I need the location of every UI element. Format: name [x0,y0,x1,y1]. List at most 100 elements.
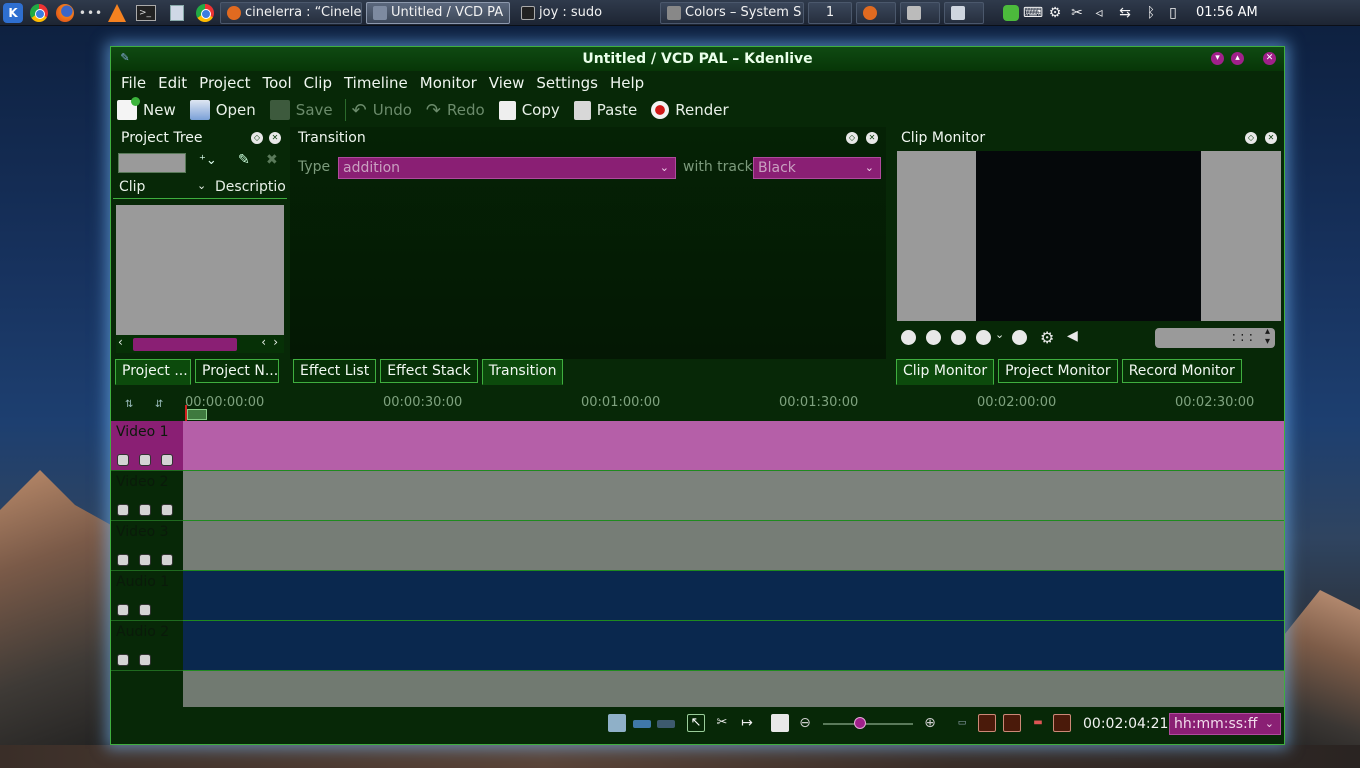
sort-chevron-icon[interactable]: ⌄ [197,179,206,192]
chrome-launcher[interactable] [26,2,52,24]
hide-track-icon[interactable] [161,554,173,566]
mute-track-icon[interactable] [139,504,151,516]
project-tree-search-input[interactable] [118,153,186,173]
close-dock-icon[interactable]: ✕ [1265,132,1277,144]
track-header-audio-2[interactable]: Audio 2 [111,621,183,671]
track-header-video-3[interactable]: Video 3 [111,521,183,571]
paste-button[interactable]: Paste [573,100,646,120]
tab-transition[interactable]: Transition [481,359,564,385]
split-audio-icon[interactable] [608,714,626,732]
tab-effect-stack[interactable]: Effect Stack [380,359,478,383]
system-settings-icon[interactable]: ⚙ [1044,2,1066,24]
update-tray-icon[interactable] [1000,2,1022,24]
task-cinelerra[interactable]: cinelerra : “Cineler [220,1,362,24]
volume-icon[interactable]: ◀ [1067,328,1078,344]
tab-project-notes[interactable]: Project N... [195,359,279,383]
transition-type-select[interactable]: addition ⌄ [338,157,676,179]
minimize-button[interactable]: ▾ [1211,52,1224,65]
autoscroll-icon[interactable]: ▬ [1029,714,1047,732]
set-zone-start-icon[interactable] [901,330,916,345]
tab-record-monitor[interactable]: Record Monitor [1121,359,1242,383]
zoom-out-icon[interactable]: ⊖ [796,714,814,732]
show-markers-icon[interactable] [657,720,675,728]
lock-track-icon[interactable] [117,654,129,666]
track-video-1[interactable] [183,421,1284,471]
phone-icon[interactable]: ▯ [1162,2,1184,24]
track-header-audio-1[interactable]: Audio 1 [111,571,183,621]
track-header-video-1[interactable]: Video 1 [111,421,183,471]
column-clip-header[interactable]: Clip [119,179,145,195]
show-markers-toggle-icon[interactable] [1003,714,1021,732]
chrome-launcher-2[interactable] [192,2,218,24]
copy-button[interactable]: Copy [498,100,568,120]
track-audio-1[interactable] [183,571,1284,621]
usb-icon[interactable]: ⇆ [1110,2,1140,24]
audio-thumbnails-icon[interactable] [978,714,996,732]
column-description-header[interactable]: Descriptio [215,179,285,195]
close-button[interactable]: ✕ [1263,52,1276,65]
menu-view[interactable]: View [483,74,531,92]
set-zone-end-icon[interactable] [926,330,941,345]
float-dock-icon[interactable]: ◇ [846,132,858,144]
hide-track-icon[interactable] [161,504,173,516]
task-kdenlive-2[interactable] [944,1,984,24]
menu-monitor[interactable]: Monitor [414,74,483,92]
vlc-launcher[interactable] [104,2,130,24]
tab-effect-list[interactable]: Effect List [293,359,377,383]
menu-help[interactable]: Help [604,74,650,92]
track-video-3[interactable] [183,521,1284,571]
bluetooth-icon[interactable]: ᛒ [1140,2,1162,24]
document-launcher[interactable] [162,2,192,24]
mute-track-icon[interactable] [139,454,151,466]
tab-clip-monitor[interactable]: Clip Monitor [896,359,995,385]
scroll-left-icon[interactable]: ‹ [118,335,123,349]
razor-tool-icon[interactable]: ✂ [713,714,731,732]
track-audio-2[interactable] [183,621,1284,671]
menu-settings[interactable]: Settings [530,74,604,92]
menu-clip[interactable]: Clip [298,74,338,92]
undo-button[interactable]: ↶ Undo [352,100,420,121]
lock-track-icon[interactable] [117,604,129,616]
render-button[interactable]: Render [651,101,736,119]
playhead[interactable] [185,405,187,421]
collapse-tracks-icon[interactable]: ⇅ [125,399,133,410]
play-icon[interactable] [976,330,991,345]
tab-project-tree[interactable]: Project ... [115,359,191,385]
timeline-ruler[interactable]: 00:00:00:00 00:00:30:00 00:01:00:00 00:0… [183,393,1284,421]
video-thumbnails-icon[interactable]: ▭ [953,714,971,732]
monitor-settings-icon[interactable]: ⚙ [1040,328,1054,347]
show-thumbnails-icon[interactable] [633,720,651,728]
scroll-right-icon[interactable]: › [273,335,278,349]
menu-file[interactable]: File [115,74,152,92]
new-button[interactable]: New [117,97,184,120]
volume-icon[interactable]: ◃ [1088,2,1110,24]
window-titlebar[interactable]: ✎ Untitled / VCD PAL – Kdenlive ▾ ▴ ✕ [111,47,1284,71]
float-dock-icon[interactable]: ◇ [1245,132,1257,144]
mute-track-icon[interactable] [139,654,151,666]
menu-tool[interactable]: Tool [257,74,298,92]
play-options-chevron-icon[interactable]: ⌄ [995,328,1004,341]
menu-project[interactable]: Project [193,74,256,92]
add-clip-icon[interactable]: ⁺⌄ [199,153,217,168]
mute-track-icon[interactable] [139,604,151,616]
project-tree-scrollbar[interactable]: ‹ ‹ › [116,335,284,353]
terminal-launcher[interactable]: >_ [130,2,162,24]
firefox-launcher[interactable] [52,2,78,24]
maximize-button[interactable]: ▴ [1231,52,1244,65]
scrollbar-handle[interactable] [133,338,237,351]
tab-project-monitor[interactable]: Project Monitor [998,359,1118,383]
save-button[interactable]: Save [269,100,341,120]
menu-timeline[interactable]: Timeline [338,74,414,92]
fit-zoom-icon[interactable] [771,714,789,732]
close-dock-icon[interactable]: ✕ [269,132,281,144]
forward-icon[interactable] [1012,330,1027,345]
hide-track-icon[interactable] [161,454,173,466]
track-video-2[interactable] [183,471,1284,521]
scroll-left-icon-2[interactable]: ‹ [261,335,266,349]
open-button[interactable]: Open [189,100,264,120]
spacer-tool-icon[interactable]: ↦ [738,714,756,732]
zone-marker[interactable] [187,409,207,420]
track-header-video-2[interactable]: Video 2 [111,471,183,521]
task-colors[interactable]: Colors – System S [660,1,804,24]
monitor-timecode-input[interactable]: : : : ▴ ▾ [1155,327,1275,348]
